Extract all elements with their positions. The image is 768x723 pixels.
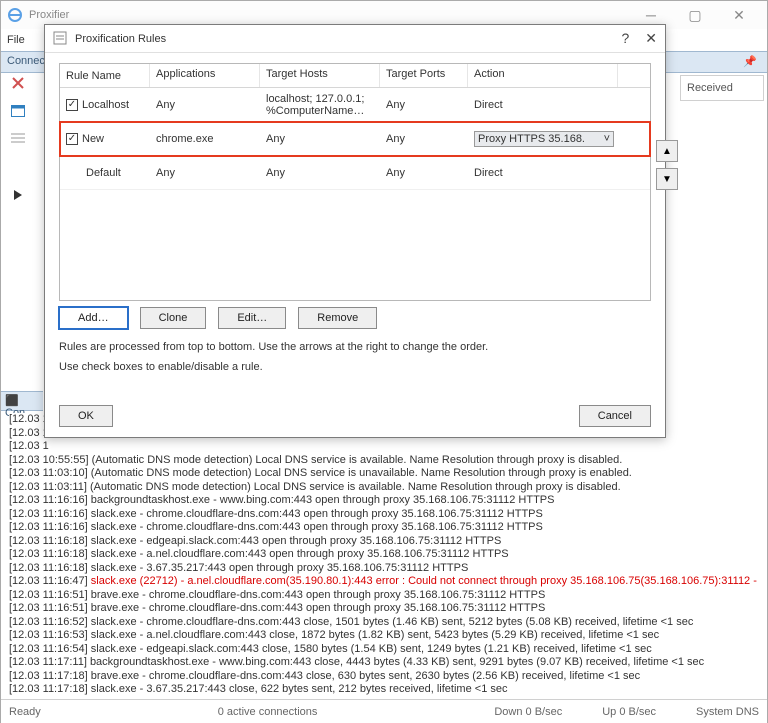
log-line: [12.03 11:16:18] slack.exe - a.nel.cloud… — [9, 548, 759, 562]
status-up: Up 0 B/sec — [602, 706, 656, 718]
pin-icon[interactable]: 📌 — [743, 55, 757, 68]
rule-name: Default — [86, 167, 121, 179]
received-label: Received — [687, 82, 733, 94]
dialog-close-button[interactable]: ✕ — [645, 30, 657, 47]
remove-button[interactable]: Remove — [298, 307, 377, 329]
rule-hosts: Any — [260, 163, 380, 183]
col-action[interactable]: Action — [468, 64, 618, 87]
status-connections: 0 active connections — [218, 706, 318, 718]
info-line-2: Use check boxes to enable/disable a rule… — [59, 357, 651, 377]
info-line-1: Rules are processed from top to bottom. … — [59, 337, 651, 357]
log-line: [12.03 10:55:55] (Automatic DNS mode det… — [9, 454, 759, 468]
log-line: [12.03 11:16:51] brave.exe - chrome.clou… — [9, 602, 759, 616]
connections-header-label: Connec — [7, 55, 45, 67]
rule-checkbox[interactable]: ✓ — [66, 99, 78, 111]
table-row[interactable]: DefaultAnyAnyAnyDirect — [60, 156, 650, 190]
log-line: [12.03 11:16:51] brave.exe - chrome.clou… — [9, 589, 759, 603]
log-line: [12.03 11:17:18] brave.exe - chrome.clou… — [9, 670, 759, 684]
rule-apps: Any — [150, 95, 260, 115]
chevron-down-icon: ˅ — [604, 133, 610, 145]
move-down-button[interactable]: ▼ — [656, 168, 678, 190]
log-line: [12.03 11:18:26] brave.exe - chrome.clou… — [9, 697, 759, 699]
log-line: [12.03 11:16:16] slack.exe - chrome.clou… — [9, 521, 759, 535]
menu-file[interactable]: File — [7, 34, 25, 46]
rule-apps: chrome.exe — [150, 129, 260, 149]
maximize-button[interactable]: ▢ — [673, 1, 717, 29]
dialog-footer: OK Cancel — [59, 405, 651, 427]
rule-name: New — [82, 133, 104, 145]
status-sysdns: System DNS — [696, 706, 759, 718]
rule-hosts: Any — [260, 129, 380, 149]
add-button[interactable]: Add… — [59, 307, 128, 329]
log-line: [12.03 11:16:16] slack.exe - chrome.clou… — [9, 508, 759, 522]
log-pane[interactable]: [12.03 1 [12.03 1 [12.03 1 [12.03 10:55:… — [9, 413, 759, 698]
proxifier-logo-icon — [7, 7, 23, 23]
reorder-arrows: ▲ ▼ — [656, 140, 678, 190]
dialog-titlebar: Proxification Rules ? ✕ — [45, 25, 665, 53]
col-applications[interactable]: Applications — [150, 64, 260, 87]
status-down: Down 0 B/sec — [494, 706, 562, 718]
rule-ports: Any — [380, 163, 468, 183]
status-ready: Ready — [9, 706, 41, 718]
action-dropdown[interactable]: Proxy HTTPS 35.168.˅ — [474, 131, 614, 147]
con-divider-label: ⬛ Con — [1, 391, 43, 411]
log-line: [12.03 1 — [9, 440, 759, 454]
col-target-hosts[interactable]: Target Hosts — [260, 64, 380, 87]
rule-name: Localhost — [82, 99, 129, 111]
main-window-title: Proxifier — [29, 9, 69, 21]
dialog-help-button[interactable]: ? — [621, 30, 629, 47]
col-target-ports[interactable]: Target Ports — [380, 64, 468, 87]
log-line: [12.03 11:03:10] (Automatic DNS mode det… — [9, 467, 759, 481]
dialog-title-icon — [53, 31, 69, 47]
clone-button[interactable]: Clone — [140, 307, 207, 329]
log-line: [12.03 11:16:18] slack.exe - 3.67.35.217… — [9, 562, 759, 576]
table-row[interactable]: ✓Newchrome.exeAnyAnyProxy HTTPS 35.168.˅ — [60, 122, 650, 156]
rules-table[interactable]: Rule Name Applications Target Hosts Targ… — [59, 63, 651, 301]
left-toolbar — [4, 75, 32, 203]
table-header: Rule Name Applications Target Hosts Targ… — [60, 64, 650, 88]
play-icon[interactable] — [10, 187, 26, 203]
table-row[interactable]: ✓ Localhost Anylocalhost; 127.0.0.1; %Comp… — [60, 88, 650, 122]
move-up-button[interactable]: ▲ — [656, 140, 678, 162]
log-line: [12.03 11:17:11] backgroundtaskhost.exe … — [9, 656, 759, 670]
dialog-title: Proxification Rules — [75, 33, 166, 45]
log-line: [12.03 11:16:54] slack.exe - edgeapi.sla… — [9, 643, 759, 657]
close-icon[interactable] — [10, 75, 26, 91]
ok-button[interactable]: OK — [59, 405, 113, 427]
edit-button[interactable]: Edit… — [218, 307, 286, 329]
rule-action-buttons: Add… Clone Edit… Remove — [59, 307, 651, 329]
log-line: [12.03 11:16:53] slack.exe - a.nel.cloud… — [9, 629, 759, 643]
log-line: [12.03 11:03:11] (Automatic DNS mode det… — [9, 481, 759, 495]
log-line: [12.03 11:16:52] slack.exe - chrome.clou… — [9, 616, 759, 630]
rule-action: Direct — [468, 163, 618, 183]
col-rule-name[interactable]: Rule Name — [60, 64, 150, 87]
rule-checkbox[interactable]: ✓ — [66, 133, 78, 145]
proxification-rules-dialog: Proxification Rules ? ✕ Rule Name Applic… — [44, 24, 666, 438]
rule-action: Direct — [468, 95, 618, 115]
log-line: [12.03 11:16:47] slack.exe (22712) - a.n… — [9, 575, 759, 589]
cancel-button[interactable]: Cancel — [579, 405, 651, 427]
log-line: [12.03 11:16:18] slack.exe - edgeapi.sla… — [9, 535, 759, 549]
rule-apps: Any — [150, 163, 260, 183]
window-icon[interactable] — [10, 103, 26, 119]
info-text: Rules are processed from top to bottom. … — [59, 337, 651, 377]
close-button[interactable]: ✕ — [717, 1, 761, 29]
log-line: [12.03 11:17:18] slack.exe - 3.67.35.217… — [9, 683, 759, 697]
rule-hosts: localhost; 127.0.0.1; %ComputerName%;… — [260, 89, 380, 121]
rule-ports: Any — [380, 95, 468, 115]
sep-icon — [10, 159, 26, 175]
rule-ports: Any — [380, 129, 468, 149]
log-line: [12.03 11:16:16] backgroundtaskhost.exe … — [9, 494, 759, 508]
list-icon[interactable] — [10, 131, 26, 147]
received-column-header: Received — [680, 75, 764, 101]
status-bar: Ready 0 active connections Down 0 B/sec … — [1, 699, 767, 723]
